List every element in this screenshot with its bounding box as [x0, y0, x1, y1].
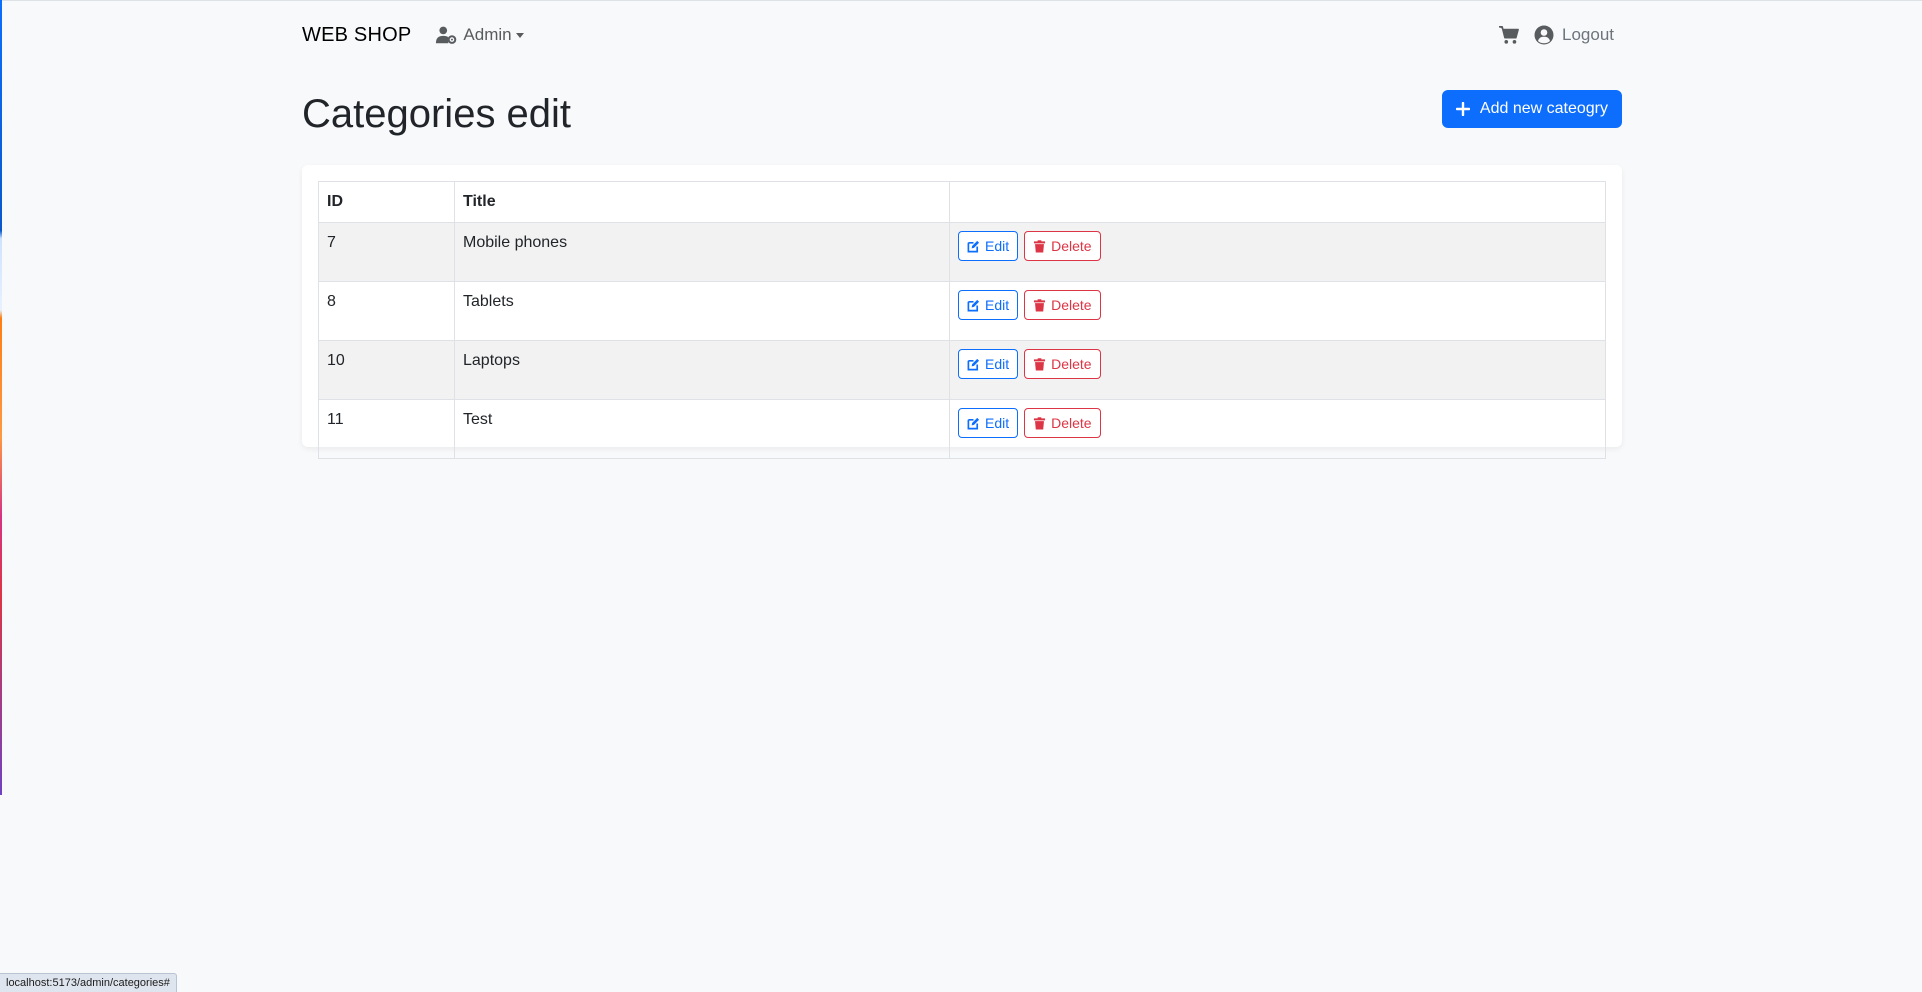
logout-label: Logout [1562, 25, 1614, 44]
edit-icon [967, 240, 980, 253]
delete-label: Delete [1051, 415, 1092, 431]
cell-id: 8 [318, 281, 455, 341]
edit-button[interactable]: Edit [958, 290, 1019, 320]
table-row: 10 Laptops Edit Delete [318, 340, 1606, 400]
page-header: Categories edit Add new cateogry [302, 88, 1622, 148]
add-category-button[interactable]: Add new cateogry [1441, 90, 1622, 128]
cart-icon[interactable] [1498, 25, 1520, 45]
delete-button[interactable]: Delete [1024, 408, 1101, 438]
edit-label: Edit [985, 238, 1010, 254]
edit-button[interactable]: Edit [958, 349, 1019, 379]
status-bar-url: localhost:5173/admin/categories# [0, 973, 177, 992]
table-row: 11 Test Edit Delete [318, 399, 1606, 459]
edit-label: Edit [985, 356, 1010, 372]
cell-title: Test [454, 399, 950, 459]
cell-title: Laptops [454, 340, 950, 400]
nav-right: Logout [1498, 25, 1614, 45]
cell-title: Tablets [454, 281, 950, 341]
trash-icon [1033, 298, 1046, 312]
brand-link[interactable]: WEB SHOP [302, 24, 411, 47]
header-id: ID [318, 181, 455, 223]
edit-button[interactable]: Edit [958, 231, 1019, 261]
page-title: Categories edit [302, 92, 572, 136]
table-header-row: ID Title [318, 181, 1606, 223]
left-edge-strip [0, 0, 2, 795]
edit-icon [967, 299, 980, 312]
trash-icon [1033, 239, 1046, 253]
edit-button[interactable]: Edit [958, 408, 1019, 438]
table-row: 8 Tablets Edit Delete [318, 281, 1606, 341]
trash-icon [1033, 416, 1046, 430]
cell-id: 7 [318, 222, 455, 282]
edit-label: Edit [985, 297, 1010, 313]
cell-id: 10 [318, 340, 455, 400]
user-circle-icon [1534, 25, 1554, 45]
header-actions [949, 181, 1606, 223]
delete-label: Delete [1051, 356, 1092, 372]
cell-actions: Edit Delete [949, 340, 1606, 400]
cell-title: Mobile phones [454, 222, 950, 282]
header-title: Title [454, 181, 950, 223]
edit-icon [967, 417, 980, 430]
edit-icon [967, 358, 980, 371]
caret-down-icon [515, 32, 524, 38]
trash-icon [1033, 357, 1046, 371]
delete-label: Delete [1051, 238, 1092, 254]
table-row: 7 Mobile phones Edit Delete [318, 222, 1606, 282]
cell-id: 11 [318, 399, 455, 459]
edit-label: Edit [985, 415, 1010, 431]
cell-actions: Edit Delete [949, 222, 1606, 282]
categories-card: ID Title 7 Mobile phones Edit Delete 8 T… [302, 165, 1622, 459]
add-category-label: Add new cateogry [1479, 100, 1608, 117]
logout-link[interactable]: Logout [1534, 25, 1614, 45]
delete-button[interactable]: Delete [1024, 231, 1101, 261]
user-gear-icon [435, 25, 457, 45]
admin-label: Admin [463, 25, 512, 44]
delete-button[interactable]: Delete [1024, 349, 1101, 379]
cell-actions: Edit Delete [949, 281, 1606, 341]
cell-actions: Edit Delete [949, 399, 1606, 459]
delete-button[interactable]: Delete [1024, 290, 1101, 320]
admin-dropdown[interactable]: Admin [435, 25, 524, 45]
navbar: WEB SHOP Admin Logout [302, 0, 1622, 70]
delete-label: Delete [1051, 297, 1092, 313]
plus-icon [1455, 102, 1470, 116]
categories-table: ID Title 7 Mobile phones Edit Delete 8 T… [318, 181, 1606, 459]
